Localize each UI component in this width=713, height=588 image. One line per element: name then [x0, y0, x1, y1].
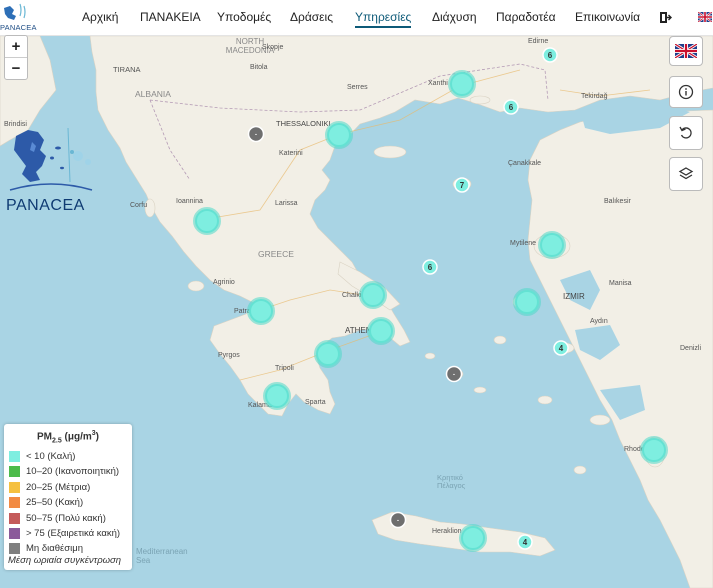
brand-name: PANACEA — [0, 23, 37, 32]
cluster-count: 4 — [559, 344, 564, 353]
legend-row-good: < 10 (Καλή) — [9, 450, 75, 462]
legend-row-poor: 25–50 (Κακή) — [9, 496, 83, 508]
legend-swatch — [9, 481, 20, 493]
nav-infrastructure[interactable]: Υποδομές — [217, 10, 271, 24]
login-icon[interactable] — [659, 11, 672, 24]
legend-swatch — [9, 465, 20, 477]
station-marker-mytilene[interactable] — [538, 231, 566, 259]
marker-cluster-good[interactable] — [193, 70, 668, 552]
cluster-count: 7 — [460, 181, 465, 190]
legend-swatch — [9, 450, 20, 462]
station-marker-chalkida[interactable] — [359, 281, 387, 309]
info-button[interactable] — [669, 76, 703, 108]
station-marker-xanthi[interactable] — [448, 70, 476, 98]
nav-contact[interactable]: Επικοινωνία — [575, 10, 640, 24]
zoom-in-button[interactable]: + — [6, 36, 26, 56]
reset-icon — [679, 126, 692, 139]
unavailable-mark: - — [255, 130, 258, 139]
panacea-logo: PANACEA — [6, 122, 96, 214]
station-marker-rhodes[interactable] — [640, 436, 668, 464]
legend-footer: Μέση ωριαία συγκέντρωση — [8, 555, 122, 566]
station-marker-thessaloniki[interactable] — [325, 121, 353, 149]
cluster-count: 6 — [509, 103, 514, 112]
pm25-legend: PM2.5 (μg/m3) < 10 (Καλή) 10–20 (Ικανοπο… — [4, 424, 132, 570]
legend-row-very-poor: 50–75 (Πολύ κακή) — [9, 512, 106, 524]
legend-swatch — [9, 527, 20, 539]
uk-flag-icon — [675, 44, 697, 58]
nav-deliverables[interactable]: Παραδοτέα — [496, 10, 556, 24]
legend-title: PM2.5 (μg/m3) — [37, 430, 99, 445]
info-icon — [678, 84, 694, 100]
top-navbar: PANACEA Αρχική ΠΑΝΑΚΕΙΑ Υποδομές Δράσεις… — [0, 0, 713, 36]
layers-button[interactable] — [669, 157, 703, 191]
cluster-count: 4 — [523, 538, 528, 547]
zoom-control: + − — [4, 35, 28, 80]
count-clusters[interactable]: 6 6 7 6 4 4 — [422, 47, 569, 550]
language-button[interactable] — [669, 36, 703, 66]
station-marker-chios[interactable] — [513, 288, 541, 316]
zoom-out-button[interactable]: − — [6, 58, 26, 78]
panacea-logo-text: PANACEA — [6, 197, 85, 214]
nav-actions[interactable]: Δράσεις — [290, 10, 333, 24]
legend-swatch — [9, 542, 20, 554]
nav-panakeia[interactable]: ΠΑΝΑΚΕΙΑ — [140, 10, 201, 24]
legend-row-unavailable: Μη διαθέσιμη — [9, 542, 83, 554]
cluster-count: 6 — [428, 263, 433, 272]
legend-row-moderate: 20–25 (Μέτρια) — [9, 481, 90, 493]
legend-swatch — [9, 512, 20, 524]
legend-row-fair: 10–20 (Ικανοποιητική) — [9, 465, 119, 477]
unavailable-mark: - — [453, 370, 456, 379]
brand-logo[interactable]: PANACEA — [0, 2, 37, 34]
nav-home[interactable]: Αρχική — [82, 10, 118, 24]
nav-services[interactable]: Υπηρεσίες — [355, 10, 412, 28]
legend-swatch — [9, 496, 20, 508]
station-marker-ioannina[interactable] — [193, 207, 221, 235]
greece-map-logo-icon — [9, 127, 93, 191]
station-marker-tripoli[interactable] — [314, 340, 342, 368]
station-marker-athens[interactable] — [367, 317, 395, 345]
reset-button[interactable] — [669, 116, 703, 150]
uk-flag-icon[interactable] — [698, 12, 712, 22]
cluster-count: 6 — [548, 51, 553, 60]
marker-unavailable[interactable]: - - - — [247, 125, 463, 529]
station-marker-patras[interactable] — [247, 297, 275, 325]
station-marker-kalamata[interactable] — [263, 382, 291, 410]
nav-dissemination[interactable]: Διάχυση — [432, 10, 477, 24]
legend-row-extremely-poor: > 75 (Εξαιρετικά κακή) — [9, 527, 120, 539]
station-marker-heraklion[interactable] — [459, 524, 487, 552]
unavailable-mark: - — [397, 516, 400, 525]
layers-icon — [678, 167, 694, 180]
